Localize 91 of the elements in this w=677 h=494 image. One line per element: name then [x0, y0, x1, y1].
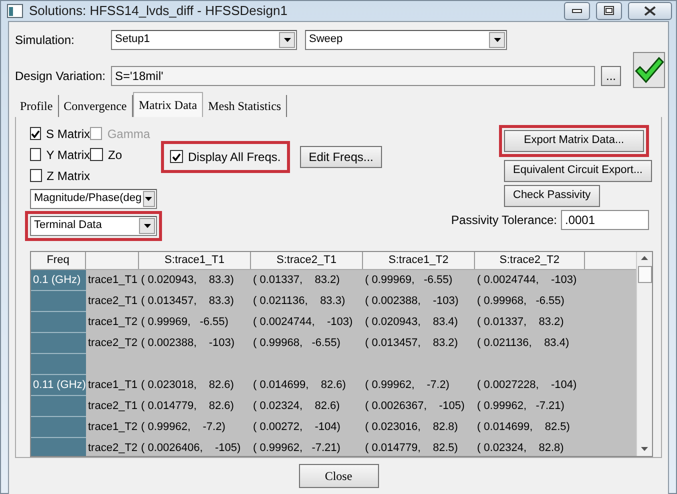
matrix-option-checkbox[interactable]: Y Matrix	[30, 146, 90, 164]
action-button[interactable]: Check Passivity	[504, 184, 600, 206]
action-button[interactable]: Export Matrix Data...	[504, 130, 644, 152]
table-cell-text: ( 0.02324, 82.8)	[476, 440, 565, 456]
table-cell-text: ( 0.020943, 83.4)	[364, 314, 459, 330]
caret-icon	[494, 38, 500, 42]
table-cell-text: ( 0.0026406, -105)	[140, 440, 242, 456]
edit-freqs-button[interactable]: Edit Freqs...	[300, 146, 382, 168]
table-cell-text: ( 0.014699, 82.5)	[476, 420, 571, 434]
passivity-tolerance-label: Passivity Tolerance:	[451, 212, 557, 228]
maximize-button[interactable]	[596, 2, 622, 20]
table-cell-text: ( 0.01337, 83.2)	[252, 272, 341, 288]
table-cell-text: ( 0.00272, -104)	[252, 420, 342, 434]
table-cell-text: ( 0.014779, 82.5)	[364, 440, 459, 456]
table-cell-text: ( 0.020943, 83.3)	[140, 272, 235, 288]
table-cell-text: ( 0.01337, 83.2)	[476, 314, 565, 330]
table-cell-text: ( 0.99968, -6.55)	[252, 336, 342, 350]
port-cell-text: trace2_T2	[87, 336, 139, 350]
port-cell-text: trace1_T2	[87, 420, 139, 434]
table-cell-text: ( 0.99962, -7.2)	[140, 420, 226, 434]
format-dropdown[interactable]: Magnitude/Phase(deg	[30, 188, 157, 208]
display-all-freqs-checkbox[interactable]: Display All Freqs.	[166, 146, 285, 168]
port-cell-text: trace2_T1	[87, 398, 139, 414]
window-title: Solutions: HFSS14_lvds_diff - HFSSDesign1	[29, 2, 288, 20]
frequency-cell	[31, 312, 86, 332]
table-cell-text: ( 0.99962, -7.2)	[364, 378, 450, 392]
matrix-option-checkbox[interactable]: Z Matrix	[30, 166, 90, 184]
table-cell-text: ( 0.021136, 83.3)	[252, 294, 346, 308]
table-cell-text: ( 0.99969, -6.55)	[140, 314, 230, 330]
app-icon	[7, 4, 23, 18]
matrix-option-checkbox[interactable]: S Matrix	[30, 124, 90, 142]
close-button[interactable]	[628, 2, 672, 20]
table-cell-text: ( 0.014699, 82.6)	[252, 378, 347, 392]
minimize-button[interactable]	[564, 2, 590, 20]
table-cell-text: ( 0.02324, 82.6)	[252, 398, 341, 414]
column-header[interactable]: S:trace1_T1	[139, 252, 251, 268]
sweep-dropdown[interactable]: Sweep	[305, 30, 507, 50]
simulation-label: Simulation:	[15, 32, 76, 48]
design-variation-field[interactable]: S='18mil'	[111, 66, 595, 86]
column-header[interactable]: S:trace1_T2	[363, 252, 475, 268]
table-cell-text: ( 0.99962, -7.21)	[252, 440, 342, 456]
browse-button[interactable]: ...	[601, 66, 621, 86]
frequency-cell	[31, 290, 86, 312]
checkmark-icon	[172, 152, 181, 160]
table-cell-text: ( 0.013457, 83.3)	[140, 294, 235, 308]
table-cell-text: ( 0.021136, 83.4)	[476, 336, 570, 350]
column-header[interactable]: Freq	[31, 252, 86, 268]
table-cell-text: ( 0.002388, -103)	[140, 336, 236, 350]
table-cell-text: ( 0.014779, 82.6)	[140, 398, 235, 414]
column-header[interactable]: S:trace2_T1	[251, 252, 363, 268]
scrollbar[interactable]	[636, 252, 652, 456]
caret-icon	[144, 224, 150, 228]
table-cell-text: ( 0.99968, -6.55)	[476, 294, 566, 308]
port-cell-text: trace2_T2	[87, 440, 139, 456]
scrollbar-thumb[interactable]	[638, 266, 652, 282]
frequency-cell	[31, 416, 86, 438]
table-cell-text: ( 0.0024744, -103)	[252, 314, 354, 330]
checkmark-icon	[31, 130, 40, 138]
design-variation-label: Design Variation:	[15, 68, 106, 84]
table-cell-text: ( 0.99962, -7.21)	[476, 398, 566, 414]
frequency-cell	[31, 438, 86, 456]
port-cell-text: trace1_T1	[87, 272, 139, 288]
port-cell-text: trace1_T2	[87, 314, 139, 330]
table-cell-text: ( 0.013457, 83.2)	[364, 336, 459, 350]
close-dialog-button[interactable]: Close	[298, 464, 378, 488]
matrix-option-checkbox[interactable]: Zo	[90, 146, 150, 164]
data-type-dropdown[interactable]: Terminal Data	[30, 216, 157, 236]
table-cell-text: ( 0.0026367, -105)	[364, 398, 466, 414]
action-button[interactable]: Equivalent Circuit Export...	[504, 160, 652, 182]
table-cell-text: ( 0.002388, -103)	[364, 294, 460, 308]
table-cell-text: ( 0.99969, -6.55)	[364, 272, 454, 288]
caret-icon	[284, 38, 290, 42]
table-cell-text: ( 0.0027228, -104)	[476, 378, 578, 392]
frequency-cell: 0.1 (GHz)	[31, 270, 86, 290]
port-cell-text: trace2_T1	[87, 294, 139, 308]
setup-dropdown[interactable]: Setup1	[111, 30, 297, 50]
table-cell-text: ( 0.023016, 82.8)	[364, 420, 459, 434]
caret-icon	[145, 196, 152, 200]
frequency-cell	[31, 354, 86, 374]
table-cell-text: ( 0.023018, 82.6)	[140, 378, 235, 392]
frequency-cell: 0.11 (GHz)	[31, 374, 86, 396]
minimize-icon	[572, 8, 582, 13]
passivity-tolerance-field[interactable]: .0001	[561, 210, 649, 230]
frequency-cell	[31, 396, 86, 416]
port-cell-text: trace1_T1	[87, 378, 139, 392]
table-cell-text: ( 0.0024744, -103)	[476, 272, 578, 288]
maximize-icon	[604, 6, 614, 16]
close-icon	[644, 6, 656, 16]
column-header[interactable]: S:trace2_T2	[475, 252, 585, 268]
frequency-cell	[31, 332, 86, 354]
tab[interactable]: Matrix Data	[132, 92, 204, 116]
